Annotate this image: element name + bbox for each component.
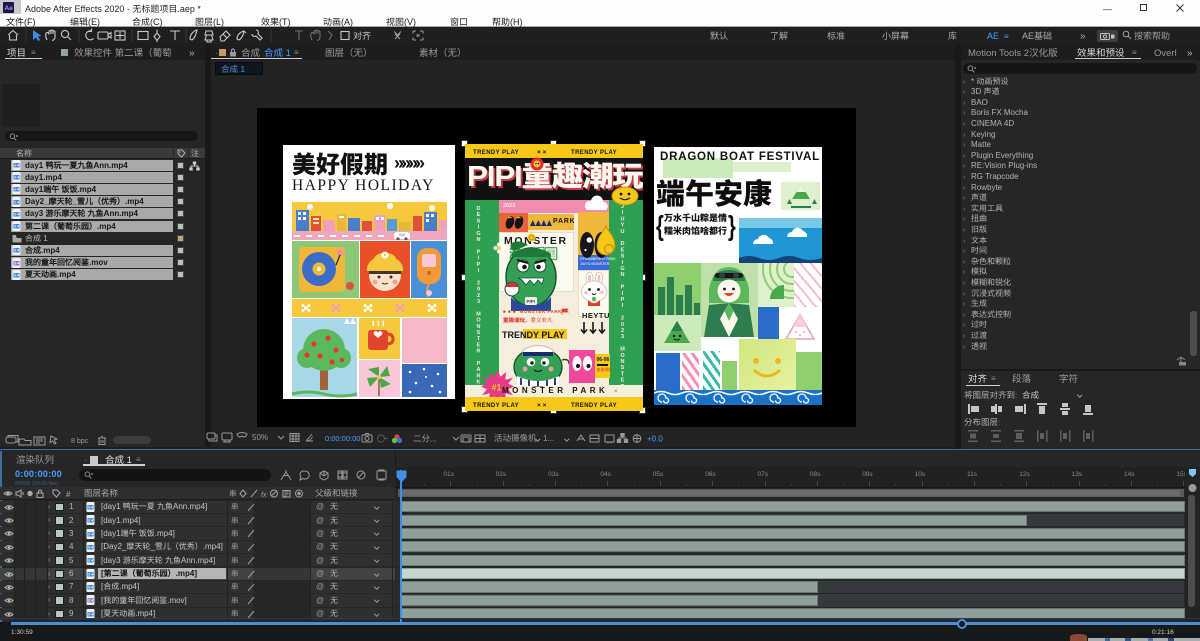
svg-text:50%: 50% <box>252 433 268 442</box>
svg-text:PIPI: PIPI <box>527 299 536 304</box>
svg-text:fx: fx <box>261 492 267 499</box>
svg-text:+0.0: +0.0 <box>647 435 663 444</box>
svg-text:8 bpc: 8 bpc <box>71 438 89 445</box>
svg-text:二分...: 二分... <box>413 433 436 445</box>
svg-text:#: # <box>66 490 71 499</box>
